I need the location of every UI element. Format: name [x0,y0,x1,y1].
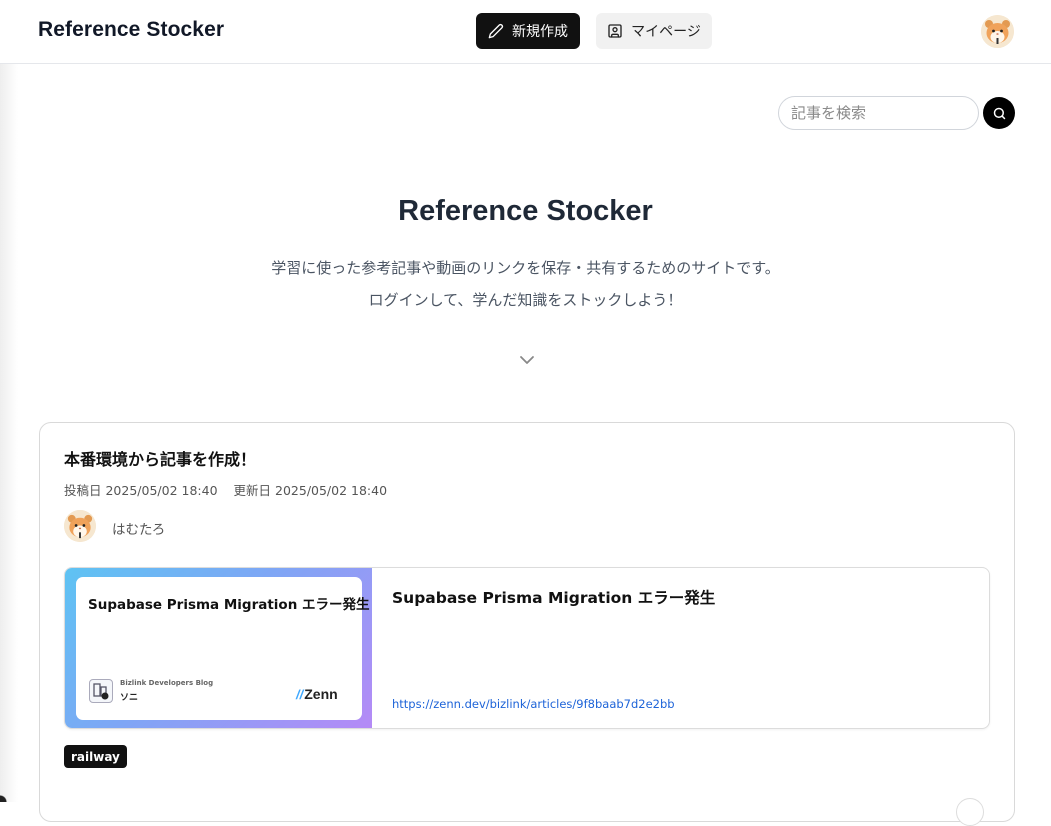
tag-badge[interactable]: railway [64,745,127,768]
ogp-image: Supabase Prisma Migration エラー発生 Bizlink … [65,568,372,728]
brand-logo[interactable]: Reference Stocker [38,18,224,42]
floating-circle-button[interactable] [956,798,984,826]
pencil-icon [488,23,504,39]
link-url[interactable]: https://zenn.dev/bizlink/articles/9f8baa… [392,697,675,711]
blog-logo-icon [89,679,113,703]
zenn-wordmark: Zenn [304,686,338,702]
hamster-avatar-icon [981,15,1014,48]
hero-subtitle-line2: ログインして、学んだ知識をストックしよう！ [368,291,683,309]
new-article-label: 新規作成 [512,24,568,40]
mypage-label: マイページ [631,24,701,40]
link-title: Supabase Prisma Migration エラー発生 [392,589,716,607]
bizlink-logo [93,683,109,700]
author-avatar [64,510,96,542]
search-button[interactable] [983,97,1015,129]
article-title[interactable]: 本番環境から記事を作成！ [64,446,256,470]
hamster-avatar-icon [64,510,96,542]
new-article-button[interactable]: 新規作成 [476,13,580,49]
link-preview-card[interactable]: Supabase Prisma Migration エラー発生 Bizlink … [64,567,990,729]
search-input[interactable] [778,96,979,130]
chevron-down-icon[interactable] [518,354,536,366]
top-header: Reference Stocker 新規作成 マイページ [0,0,1051,64]
corner-decoration [0,790,10,802]
hero-subtitle-line1: 学習に使った参考記事や動画のリンクを保存・共有するためのサイトです。 [271,259,780,277]
search-icon [993,107,1005,119]
author-name: はむたろ [112,522,166,538]
article-dates: 投稿日 2025/05/02 18:40 更新日 2025/05/02 18:4… [64,480,387,499]
posted-date: 投稿日 2025/05/02 18:40 [64,483,218,498]
updated-date: 更新日 2025/05/02 18:40 [233,483,388,498]
ogp-blog-name: Bizlink Developers Blog [120,679,214,687]
user-avatar[interactable] [981,15,1014,48]
zenn-logo: // Zenn [296,686,338,702]
ogp-image-inner: Supabase Prisma Migration エラー発生 Bizlink … [76,577,370,720]
hero-title: Reference Stocker [398,195,653,227]
zenn-mark-icon: // [296,686,304,702]
mypage-button[interactable]: マイページ [596,13,712,49]
ogp-title: Supabase Prisma Migration エラー発生 [88,597,370,613]
left-edge-shadow [0,64,18,802]
user-square-icon [608,24,622,38]
article-card[interactable]: 本番環境から記事を作成！ 投稿日 2025/05/02 18:40 更新日 20… [39,422,1015,822]
ogp-author: ソニ [120,693,139,703]
